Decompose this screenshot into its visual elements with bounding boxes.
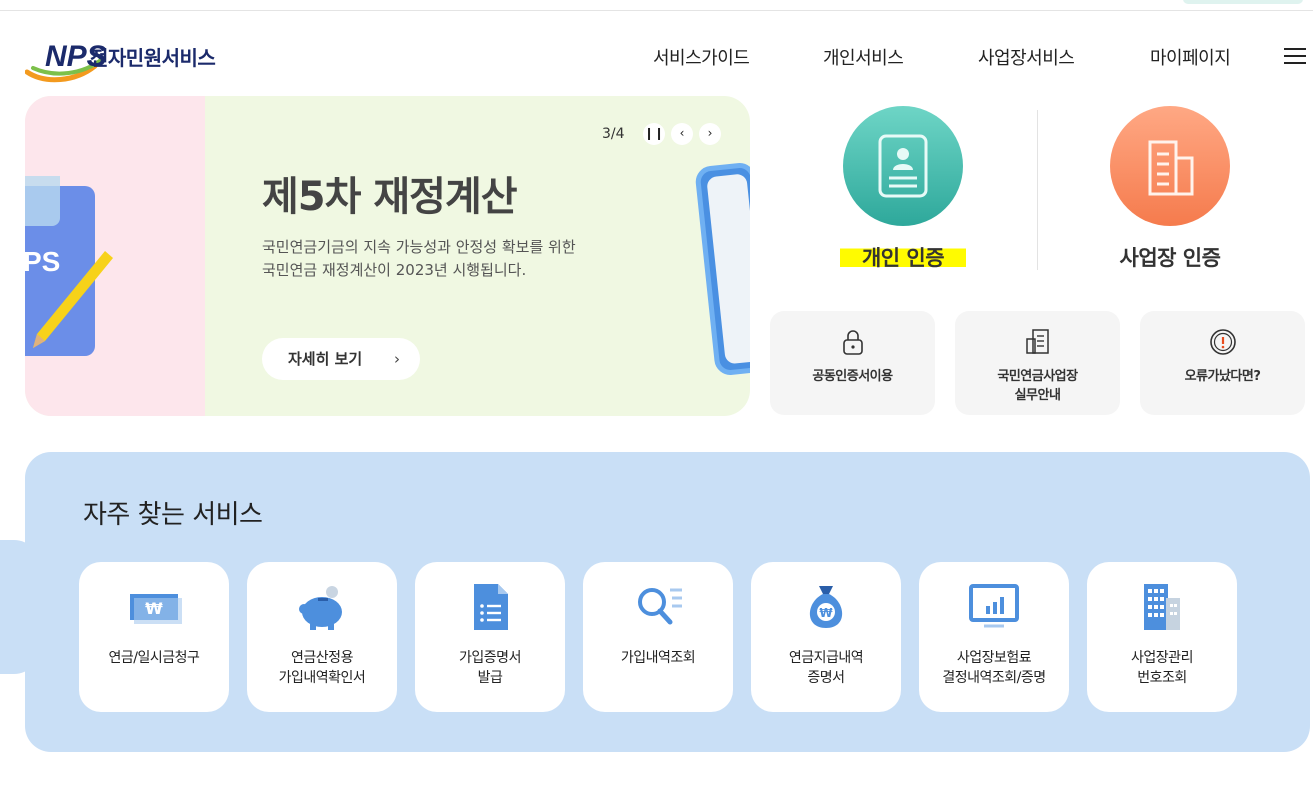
prev-icon[interactable]: ‹ (671, 123, 693, 145)
nav-service-guide[interactable]: 서비스가이드 (653, 44, 750, 70)
service-label: 연금/일시금청구 (108, 650, 200, 666)
service-pension-calc-record[interactable]: 연금산정용 가입내역확인서 (247, 562, 397, 712)
service-label: 사업장보험료 (956, 650, 1032, 666)
banner-page-indicator: 3/4 (602, 126, 625, 142)
banner-description: 국민연금기금의 지속 가능성과 안정성 확보를 위한 국민연금 재정계산이 20… (262, 236, 622, 282)
phone-illustration (694, 161, 750, 377)
quick-link-certificate[interactable]: 공동인증서이용 (770, 311, 935, 415)
business-auth-label: 사업장 인증 (1119, 246, 1221, 270)
nav-my-page[interactable]: 마이페이지 (1150, 44, 1231, 70)
service-payment-certificate[interactable]: ₩ 연금지급내역 증명서 (751, 562, 901, 712)
service-label: 가입내역조회 (620, 650, 696, 666)
service-label-2: 발급 (477, 670, 503, 686)
pause-icon[interactable]: ❙❙ (643, 123, 665, 145)
building-icon (1110, 106, 1230, 226)
service-label-2: 번호조회 (1137, 670, 1187, 686)
service-label-2: 결정내역조회/증명 (942, 670, 1046, 686)
next-icon[interactable]: › (699, 123, 721, 145)
monitor-chart-icon (969, 584, 1019, 628)
quick-link-workplace-guide[interactable]: 국민연금사업장 실무안내 (955, 311, 1120, 415)
certificate-doc-icon (474, 584, 508, 630)
search-list-icon (638, 588, 682, 625)
service-pension-claim[interactable]: ₩ 연금/일시금청구 (79, 562, 229, 712)
svg-text:PS: PS (25, 246, 60, 277)
frequent-services-title: 자주 찾는 서비스 (83, 500, 263, 530)
building-icon (1144, 584, 1180, 630)
chevron-right-icon: › (394, 350, 400, 368)
quick-link-error-help[interactable]: 오류가났다면? (1140, 311, 1305, 415)
service-name: 전자민원서비스 (90, 46, 216, 70)
personal-auth-label: 개인 인증 (839, 246, 967, 270)
service-label-2: 증명서 (807, 670, 845, 686)
nav-personal-service[interactable]: 개인서비스 (823, 44, 904, 70)
business-auth-button[interactable]: 사업장 인증 (1040, 106, 1300, 272)
auth-divider (1037, 110, 1038, 270)
service-label: 사업장관리 (1131, 650, 1193, 666)
quick-link-label: 공동인증서이용 (812, 369, 893, 384)
id-card-icon (843, 106, 963, 226)
document-pencil-illustration: PS (25, 176, 113, 356)
banner-desc-line-1: 국민연금기금의 지속 가능성과 안정성 확보를 위한 (262, 238, 576, 256)
won-bill-icon: ₩ (130, 594, 182, 624)
svg-text:₩: ₩ (145, 599, 163, 618)
quick-link-label-2: 실무안내 (1014, 388, 1061, 403)
personal-auth-button[interactable]: 개인 인증 (773, 106, 1033, 272)
lock-icon (842, 330, 863, 355)
document-icon (1025, 329, 1049, 354)
piggy-bank-icon (299, 586, 342, 630)
banner-more-label: 자세히 보기 (288, 350, 363, 368)
alert-icon (1209, 329, 1236, 355)
service-business-insurance[interactable]: 사업장보험료 결정내역조회/증명 (919, 562, 1069, 712)
money-bag-icon: ₩ (809, 586, 843, 628)
service-label: 연금지급내역 (788, 650, 864, 666)
banner-more-button[interactable]: 자세히 보기 › (262, 338, 420, 380)
top-utility-pill[interactable] (1183, 0, 1303, 4)
quick-link-label: 국민연금사업장 (997, 369, 1078, 384)
service-label: 가입증명서 (459, 650, 521, 666)
service-label-2: 가입내역확인서 (278, 670, 366, 686)
service-enrollment-history[interactable]: 가입내역조회 (583, 562, 733, 712)
service-enrollment-certificate[interactable]: 가입증명서 발급 (415, 562, 565, 712)
main-banner: PS 제5차 재정계산 국민연금기금의 지속 가능성과 안정성 확보를 위한 국… (25, 96, 750, 416)
service-label: 연금산정용 (291, 650, 353, 666)
menu-icon[interactable] (1284, 48, 1306, 66)
nav-business-service[interactable]: 사업장서비스 (978, 44, 1075, 70)
quick-link-label: 오류가났다면? (1184, 369, 1261, 384)
svg-text:₩: ₩ (819, 606, 833, 620)
service-business-number[interactable]: 사업장관리 번호조회 (1087, 562, 1237, 712)
banner-title: 제5차 재정계산 (262, 174, 518, 220)
banner-desc-line-2: 국민연금 재정계산이 2023년 시행됩니다. (262, 261, 527, 279)
top-divider (0, 10, 1313, 11)
